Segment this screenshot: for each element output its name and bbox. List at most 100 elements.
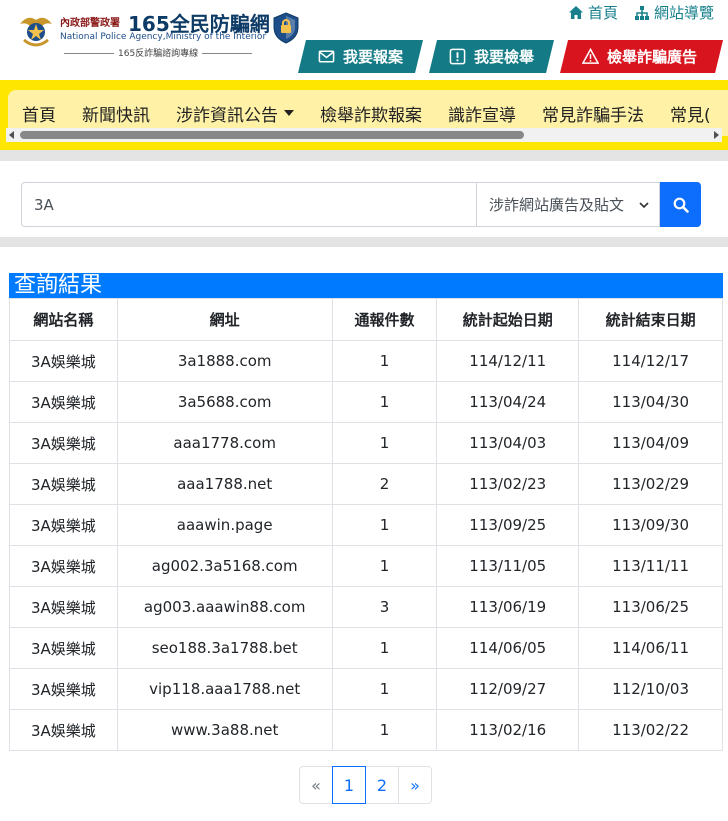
- table-row: 3A娛樂城 3a1888.com 1 114/12/11 114/12/17: [9, 340, 723, 382]
- table-cell: 113/02/29: [578, 463, 723, 505]
- table-cell: 114/12/11: [436, 340, 580, 382]
- table-cell: 1: [331, 381, 438, 423]
- nav-item-fraud-info[interactable]: 涉詐資訊公告: [163, 101, 307, 126]
- table-cell: 1: [331, 504, 438, 546]
- table-cell: aaawin.page: [116, 504, 333, 546]
- action-buttons: 我要報案 我要檢舉 檢舉詐騙廣告: [298, 40, 723, 73]
- table-cell: 3A娛樂城: [9, 668, 118, 710]
- prev-page-button[interactable]: «: [299, 766, 333, 804]
- table-cell: 113/02/23: [436, 463, 580, 505]
- nav-scrollbar[interactable]: [6, 128, 722, 142]
- table-cell: ag003.aaawin88.com: [116, 586, 333, 628]
- table-cell: 1: [331, 668, 438, 710]
- police-emblem-icon: [20, 17, 52, 47]
- table-cell: 3: [331, 586, 438, 628]
- table-row: 3A娛樂城 aaawin.page 1 113/09/25 113/09/30: [9, 504, 723, 546]
- table-row: 3A娛樂城 ag002.3a5168.com 1 113/11/05 113/11/11: [9, 545, 723, 587]
- table-cell: 3A娛樂城: [9, 545, 118, 587]
- search-button[interactable]: [660, 182, 701, 227]
- table-cell: 1: [331, 545, 438, 587]
- exclamation-box-icon: [449, 48, 466, 65]
- chevron-down-icon: [639, 201, 649, 208]
- table-cell: 3A娛樂城: [9, 586, 118, 628]
- tipoff-label: 我要檢舉: [474, 48, 535, 66]
- site-logo[interactable]: 內政部警政署 165全民防騙網 National Police Agency,M…: [16, 8, 306, 64]
- table-row: 3A娛樂城 aaa1788.net 2 113/02/23 113/02/29: [9, 463, 723, 505]
- nav-item-news[interactable]: 新聞快訊: [69, 101, 163, 126]
- table-cell: vip118.aaa1788.net: [116, 668, 333, 710]
- caret-down-icon: [284, 110, 294, 116]
- table-cell: 3A娛樂城: [9, 422, 118, 464]
- table-row: 3A娛樂城 ag003.aaawin88.com 3 113/06/19 113/06/…: [9, 586, 723, 628]
- table-cell: seo188.3a1788.bet: [116, 627, 333, 669]
- table-cell: 3A娛樂城: [9, 381, 118, 423]
- home-icon: [568, 5, 583, 19]
- table-cell: 3A娛樂城: [9, 709, 118, 751]
- table-cell: 1: [331, 422, 438, 464]
- tipoff-button[interactable]: 我要檢舉: [429, 40, 554, 73]
- table-cell: 113/02/22: [578, 709, 723, 751]
- report-scam-ad-button[interactable]: 檢舉詐騙廣告: [560, 40, 723, 73]
- scroll-thumb[interactable]: [20, 131, 524, 139]
- sitemap-link[interactable]: 網站導覽: [634, 2, 714, 23]
- next-page-button[interactable]: »: [398, 766, 432, 804]
- table-body: 3A娛樂城 3a1888.com 1 114/12/11 114/12/17 3A娛樂城 3…: [9, 340, 723, 751]
- table-cell: 113/11/11: [578, 545, 723, 587]
- nav-item-common-more[interactable]: 常見(: [657, 101, 724, 126]
- results-table: 網站名稱 網址 通報件數 統計起始日期 統計結束日期 3A娛樂城 3a1888.com 1 1…: [9, 298, 723, 751]
- nav-item-home[interactable]: 首頁: [8, 101, 69, 126]
- column-header: 統計結束日期: [578, 298, 723, 341]
- nav-item-fraud-info-label: 涉詐資訊公告: [176, 105, 278, 126]
- table-cell: 3a1888.com: [116, 340, 333, 382]
- table-cell: ag002.3a5168.com: [116, 545, 333, 587]
- table-cell: 113/06/19: [436, 586, 580, 628]
- table-cell: 1: [331, 627, 438, 669]
- warning-triangle-icon: [582, 48, 599, 65]
- report-case-label: 我要報案: [343, 48, 404, 66]
- table-cell: 113/04/30: [578, 381, 723, 423]
- column-header: 統計起始日期: [436, 298, 580, 341]
- table-cell: 1: [331, 709, 438, 751]
- pagination: « 1 2 »: [299, 766, 432, 804]
- table-cell: 3A娛樂城: [9, 627, 118, 669]
- report-scam-ad-label: 檢舉詐騙廣告: [607, 48, 698, 66]
- table-cell: 114/12/17: [578, 340, 723, 382]
- table-cell: 114/06/11: [578, 627, 723, 669]
- agency-english-name: National Police Agency,Ministry of the I…: [60, 32, 267, 42]
- results-title: 查詢結果: [9, 273, 723, 298]
- sitemap-link-label: 網站導覽: [653, 4, 714, 22]
- table-row: 3A娛樂城 www.3a88.net 1 113/02/16 113/02/22: [9, 709, 723, 751]
- search-bar: 涉詐網站廣告及貼文: [21, 182, 701, 227]
- page-1-button[interactable]: 1: [332, 766, 366, 804]
- column-header: 網址: [116, 298, 333, 341]
- table-cell: 113/04/24: [436, 381, 580, 423]
- search-input[interactable]: [21, 182, 476, 227]
- home-link-label: 首頁: [587, 4, 618, 22]
- table-cell: 3A娛樂城: [9, 340, 118, 382]
- page-2-button[interactable]: 2: [365, 766, 399, 804]
- site-header: 內政部警政署 165全民防騙網 National Police Agency,M…: [0, 0, 728, 80]
- table-cell: 3A娛樂城: [9, 504, 118, 546]
- section-divider: [0, 237, 728, 247]
- column-header: 通報件數: [331, 298, 438, 341]
- table-cell: 113/04/03: [436, 422, 580, 464]
- report-case-button[interactable]: 我要報案: [298, 40, 423, 73]
- nav-item-common-tactics[interactable]: 常見詐騙手法: [529, 101, 657, 126]
- table-cell: 113/09/25: [436, 504, 580, 546]
- home-link[interactable]: 首頁: [568, 2, 618, 23]
- scroll-right-icon[interactable]: [714, 131, 719, 139]
- search-icon: [673, 197, 689, 213]
- table-cell: 112/10/03: [578, 668, 723, 710]
- table-header-row: 網站名稱 網址 通報件數 統計起始日期 統計結束日期: [9, 298, 723, 341]
- table-row: 3A娛樂城 seo188.3a1788.bet 1 114/06/05 114/06/1…: [9, 627, 723, 669]
- nav-item-report-fraud[interactable]: 檢舉詐欺報案: [307, 101, 435, 126]
- table-cell: aaa1778.com: [116, 422, 333, 464]
- table-row: 3A娛樂城 3a5688.com 1 113/04/24 113/04/30: [9, 381, 723, 423]
- scroll-left-icon[interactable]: [9, 131, 14, 139]
- nav-item-awareness[interactable]: 識詐宣導: [435, 101, 529, 126]
- section-divider: [0, 150, 728, 161]
- envelope-icon: [318, 48, 335, 65]
- category-select[interactable]: 涉詐網站廣告及貼文: [476, 182, 660, 227]
- shield-lock-icon: [273, 12, 299, 44]
- agency-name: 內政部警政署: [60, 18, 120, 29]
